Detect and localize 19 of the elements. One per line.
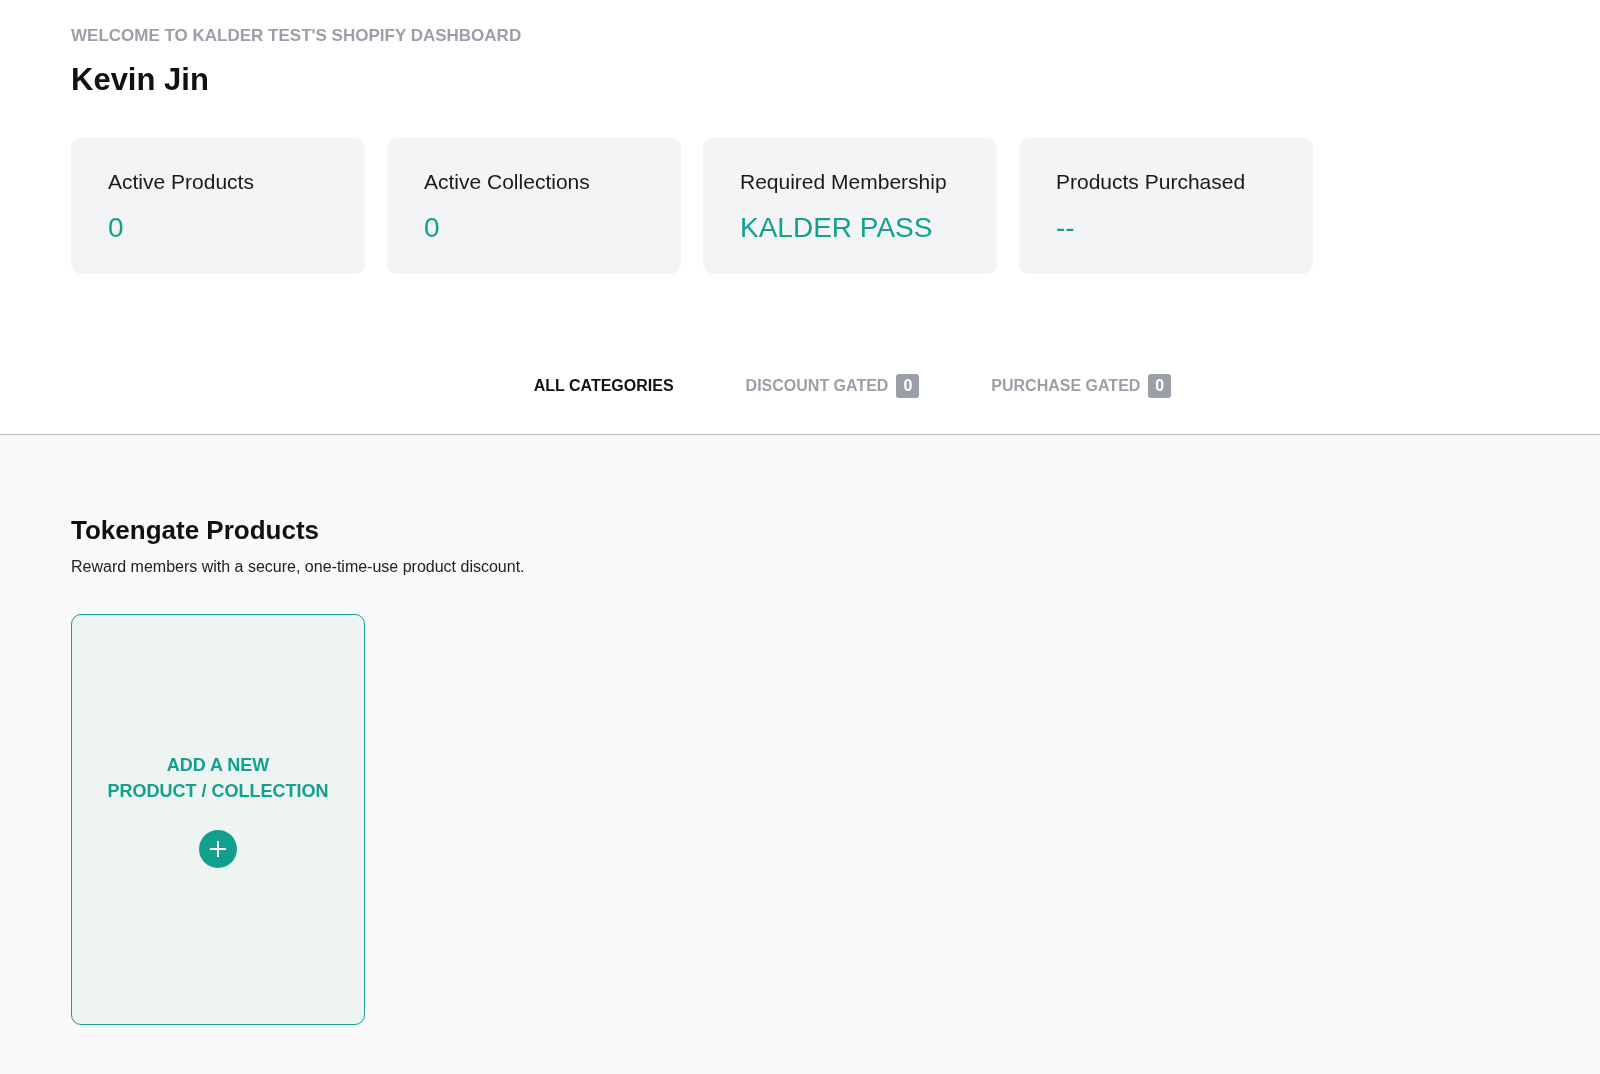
stat-label: Active Products (108, 170, 255, 194)
section-subtitle: Reward members with a secure, one-time-use product discount. (71, 558, 526, 576)
stat-value: 0 (108, 212, 125, 244)
user-name: Kevin Jin (71, 62, 210, 98)
add-product-card[interactable]: ADD A NEW PRODUCT / COLLECTION (71, 614, 365, 1025)
stat-value: -- (1056, 212, 1076, 244)
count-badge: 0 (1148, 374, 1172, 398)
category-tab[interactable]: DISCOUNT GATED 0 (745, 374, 920, 398)
plus-icon (199, 830, 237, 868)
count-badge: 0 (896, 374, 920, 398)
stat-value: 0 (424, 212, 441, 244)
section-title: Tokengate Products (71, 515, 320, 546)
category-tab[interactable]: ALL CATEGORIES (533, 374, 674, 398)
stat-label: Required Membership (740, 170, 948, 194)
stat-label: Products Purchased (1056, 170, 1247, 194)
welcome-heading: WELCOME TO KALDER TEST'S SHOPIFY DASHBOARD (71, 26, 523, 46)
stat-label: Active Collections (424, 170, 591, 194)
category-tab[interactable]: PURCHASE GATED 0 (991, 374, 1172, 398)
stat-value: KALDER PASS (740, 212, 934, 244)
